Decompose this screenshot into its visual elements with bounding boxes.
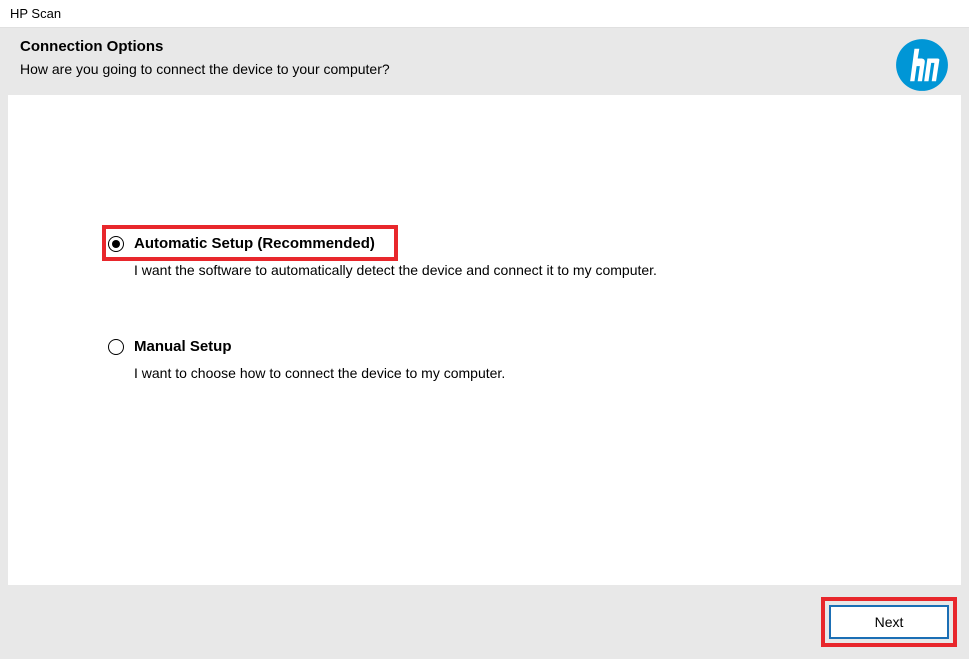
hp-logo-icon <box>895 38 949 92</box>
option-manual-description: I want to choose how to connect the devi… <box>134 365 941 381</box>
option-automatic-setup[interactable]: Automatic Setup (Recommended) I want the… <box>108 235 941 278</box>
page-subtitle: How are you going to connect the device … <box>20 61 949 77</box>
option-automatic-label: Automatic Setup (Recommended) <box>134 235 375 252</box>
radio-manual[interactable] <box>108 339 124 355</box>
options-panel: Automatic Setup (Recommended) I want the… <box>8 95 961 585</box>
option-manual-setup[interactable]: Manual Setup I want to choose how to con… <box>108 338 941 381</box>
page-title: Connection Options <box>20 38 949 55</box>
header-bar: Connection Options How are you going to … <box>0 27 969 95</box>
option-manual-label: Manual Setup <box>134 338 232 355</box>
window-title: HP Scan <box>0 0 969 27</box>
option-automatic-description: I want the software to automatically det… <box>134 262 941 278</box>
next-button[interactable]: Next <box>829 605 949 639</box>
footer-bar: Next <box>0 593 969 659</box>
radio-automatic[interactable] <box>108 236 124 252</box>
content-area: Automatic Setup (Recommended) I want the… <box>0 95 969 593</box>
